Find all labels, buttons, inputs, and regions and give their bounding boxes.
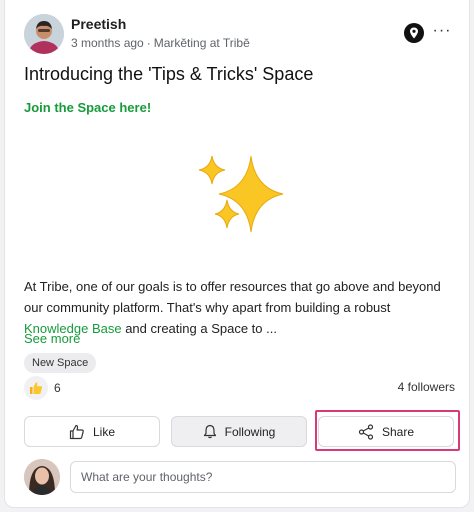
post-body-text-end: and creating a Space to ... <box>121 321 277 336</box>
commenter-avatar <box>24 459 60 495</box>
author-avatar[interactable] <box>24 14 64 54</box>
thumbs-up-icon <box>69 424 84 439</box>
following-button[interactable]: Following <box>171 416 307 447</box>
like-button[interactable]: Like <box>24 416 160 447</box>
space-link[interactable]: Markĕting at Tribĕ <box>154 36 250 50</box>
followers-count[interactable]: 4 followers <box>398 380 455 394</box>
see-more-link[interactable]: See more <box>24 331 80 346</box>
sparkles-icon <box>198 155 284 233</box>
more-options-button[interactable]: ··· <box>431 21 453 43</box>
location-pin-icon[interactable] <box>404 23 424 43</box>
tag-new-space[interactable]: New Space <box>24 353 97 373</box>
comment-input[interactable]: What are your thoughts? <box>70 461 456 493</box>
post-time: 3 months ago <box>71 36 144 50</box>
reaction-count: 6 <box>54 381 61 395</box>
share-highlight-box <box>315 410 460 451</box>
thumbs-up-emoji-icon <box>24 376 48 400</box>
like-label: Like <box>92 424 115 439</box>
post-meta: 3 months ago · Markĕting at Tribĕ <box>71 36 250 50</box>
post-body-text: At Tribe, one of our goals is to offer r… <box>24 279 441 315</box>
post-title: Introducing the 'Tips & Tricks' Space <box>24 64 314 84</box>
following-label: Following <box>224 424 276 439</box>
meta-separator: · <box>146 36 151 50</box>
reaction-summary[interactable]: 6 <box>24 376 61 400</box>
post-card: Preetish 3 months ago · Markĕting at Tribĕ… <box>4 0 470 508</box>
bell-icon <box>203 424 216 439</box>
post-body: At Tribe, one of our goals is to offer r… <box>24 276 456 339</box>
author-name[interactable]: Preetish <box>71 16 126 32</box>
join-space-link[interactable]: Join the Space here! <box>24 100 151 115</box>
